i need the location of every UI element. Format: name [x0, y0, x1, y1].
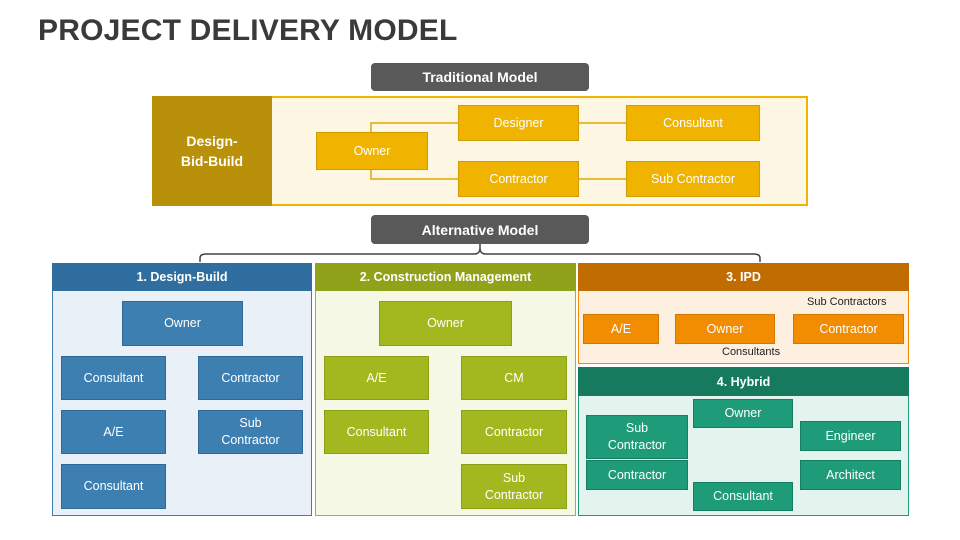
ipd-header: 3. IPD: [578, 263, 909, 291]
alternative-brace: [199, 244, 761, 262]
cm-cm-node: CM: [461, 356, 567, 400]
db-contractor-node: Contractor: [198, 356, 303, 400]
db-consultant-2-node: Consultant: [61, 464, 166, 509]
ipd-sub-contractors-label: Sub Contractors: [807, 296, 887, 308]
traditional-sub-contractor-node: Sub Contractor: [626, 161, 760, 197]
db-owner-node: Owner: [122, 301, 243, 346]
cm-consultant-node: Consultant: [324, 410, 429, 454]
ipd-ae-node: A/E: [583, 314, 659, 344]
cm-contractor-node: Contractor: [461, 410, 567, 454]
hybrid-owner-node: Owner: [693, 399, 793, 428]
db-sub-contractor-line2: Contractor: [221, 433, 280, 447]
db-ae-node: A/E: [61, 410, 166, 454]
design-bid-build-line1: Design-: [186, 132, 238, 149]
cm-sub-contractor-line2: Contractor: [484, 487, 544, 502]
hybrid-sub-contractor-node: Sub Contractor: [586, 415, 688, 459]
db-sub-contractor-line1: Sub: [239, 416, 262, 431]
traditional-designer-node: Designer: [458, 105, 579, 141]
design-bid-build-label: Design- Bid-Build: [152, 96, 272, 206]
design-build-header: 1. Design-Build: [52, 263, 312, 291]
db-consultant-node: Consultant: [61, 356, 166, 400]
cm-sub-contractor-node: Sub Contractor: [461, 464, 567, 509]
cm-sub-contractor-line1: Sub: [502, 470, 526, 485]
hybrid-engineer-node: Engineer: [800, 421, 901, 451]
alternative-model-header: Alternative Model: [371, 215, 589, 244]
cm-ae-node: A/E: [324, 356, 429, 400]
hybrid-contractor-node: Contractor: [586, 460, 688, 490]
page-title: PROJECT DELIVERY MODEL: [38, 14, 458, 47]
hybrid-sub-contractor-line1: Sub: [625, 421, 649, 436]
hybrid-header: 4. Hybrid: [578, 367, 909, 396]
db-sub-contractor-node: Sub Contractor: [198, 410, 303, 454]
traditional-model-header: Traditional Model: [371, 63, 589, 91]
design-bid-build-line2: Bid-Build: [180, 153, 244, 169]
traditional-contractor-node: Contractor: [458, 161, 579, 197]
hybrid-architect-node: Architect: [800, 460, 901, 490]
ipd-consultants-label: Consultants: [722, 346, 781, 358]
ipd-contractor-node: Contractor: [793, 314, 904, 344]
cm-owner-node: Owner: [379, 301, 512, 346]
traditional-owner-node: Owner: [316, 132, 428, 170]
traditional-consultant-node: Consultant: [626, 105, 760, 141]
hybrid-sub-contractor-line2: Contractor: [607, 438, 667, 452]
hybrid-consultant-node: Consultant: [693, 482, 793, 511]
ipd-owner-node: Owner: [675, 314, 775, 344]
cm-header: 2. Construction Management: [315, 263, 576, 291]
